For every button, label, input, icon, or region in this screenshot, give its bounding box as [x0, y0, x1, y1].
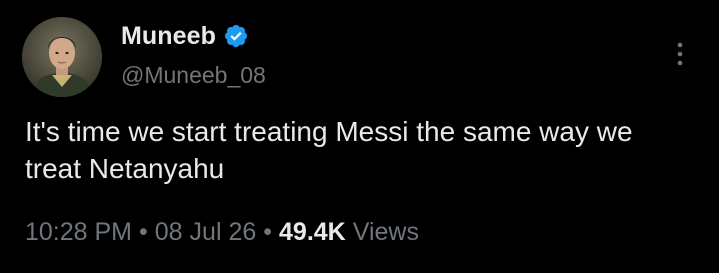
tweet-card: Muneeb @Muneeb_08 It's time we start tre…	[0, 0, 719, 273]
more-vertical-icon[interactable]	[668, 40, 692, 68]
meta-separator: •	[139, 217, 148, 246]
avatar-photo	[22, 17, 102, 97]
meta-separator: •	[263, 217, 273, 246]
avatar[interactable]	[22, 17, 102, 97]
tweet-text: It's time we start treating Messi the sa…	[25, 116, 633, 184]
tweet-meta: 10:28 PM • 08 Jul 26 • 49.4K Views	[25, 214, 419, 250]
tweet-time[interactable]: 10:28 PM	[25, 218, 132, 247]
author-name-row: Muneeb	[121, 21, 249, 51]
tweet-date[interactable]: 08 Jul 26	[155, 218, 256, 247]
views-count[interactable]: 49.4K	[279, 218, 346, 247]
views-label: Views	[352, 217, 419, 246]
author-handle[interactable]: @Muneeb_08	[121, 62, 266, 89]
author-display-name[interactable]: Muneeb	[121, 22, 216, 51]
verified-check-icon[interactable]	[223, 23, 249, 49]
